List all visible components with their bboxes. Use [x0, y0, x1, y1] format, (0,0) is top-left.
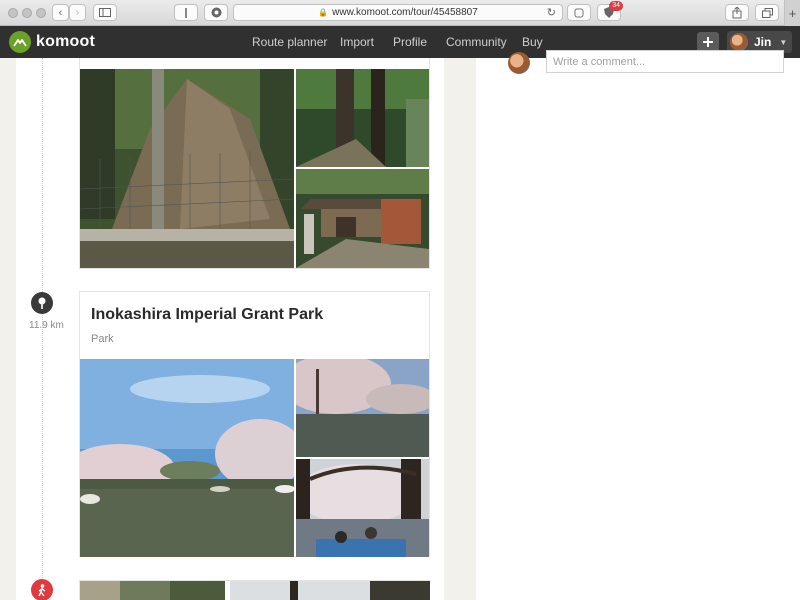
- window-zoom-button[interactable]: [36, 8, 46, 18]
- text-cursor-icon: [185, 7, 187, 18]
- sidebar-icon: [99, 8, 111, 17]
- new-tab-button[interactable]: +: [784, 0, 800, 26]
- highlight-category: Park: [91, 333, 114, 345]
- photo-shrine[interactable]: [296, 169, 429, 268]
- avatar: [730, 33, 748, 51]
- plus-icon: [703, 37, 713, 47]
- brand-name: komoot: [36, 33, 95, 50]
- photo-next-left[interactable]: [80, 581, 225, 600]
- photo-lake-sakura[interactable]: [296, 359, 429, 457]
- window-close-button[interactable]: [8, 8, 18, 18]
- highlight-card-next: [79, 580, 430, 600]
- share-icon: [732, 6, 742, 18]
- comment-input[interactable]: [546, 50, 784, 73]
- tabs-overview-button[interactable]: [755, 4, 779, 21]
- photo-forest-path[interactable]: [296, 69, 429, 167]
- chevron-down-icon: ▼: [779, 37, 788, 47]
- lock-icon: 🔒: [318, 8, 329, 17]
- chevron-left-icon: ‹: [58, 6, 63, 19]
- extension-count-badge: 34: [609, 1, 623, 11]
- photo-picnic-crowd[interactable]: [296, 459, 429, 557]
- photo-cherry-blossom-lake[interactable]: [80, 359, 294, 557]
- sidebar-toggle-button[interactable]: [93, 4, 117, 21]
- window-minimize-button[interactable]: [22, 8, 32, 18]
- nav-import[interactable]: Import: [340, 35, 374, 49]
- back-button[interactable]: ‹: [52, 4, 69, 21]
- nav-buy[interactable]: Buy: [522, 35, 543, 49]
- plus-icon: +: [788, 5, 797, 21]
- shield-globe-icon: [211, 7, 221, 18]
- tabs-icon: [761, 7, 773, 18]
- share-button[interactable]: [725, 4, 749, 21]
- nav-profile[interactable]: Profile: [393, 35, 427, 49]
- photo-thatched-hut[interactable]: [80, 69, 294, 268]
- privacy-extension-button[interactable]: [204, 4, 228, 21]
- nav-community[interactable]: Community: [446, 35, 507, 49]
- komoot-logo[interactable]: komoot: [9, 31, 95, 53]
- address-bar[interactable]: 🔒 www.komoot.com/tour/45458807 ↻: [233, 4, 563, 21]
- adblock-extension-button[interactable]: 34: [597, 1, 623, 21]
- create-button[interactable]: [697, 32, 719, 52]
- photo-next-right[interactable]: [230, 581, 430, 600]
- browser-toolbar: ‹ › 🔒 www.komoot.com/tour/45458807 ↻ 34 …: [0, 0, 800, 26]
- user-name: Jin: [754, 35, 772, 49]
- chevron-right-icon: ›: [75, 6, 80, 19]
- highlight-title[interactable]: Inokashira Imperial Grant Park: [91, 306, 323, 324]
- map-pin-icon: [31, 292, 53, 314]
- avatar: [508, 52, 530, 74]
- url-text: www.komoot.com/tour/45458807: [332, 7, 478, 18]
- reload-icon[interactable]: ↻: [547, 6, 556, 19]
- extension-button[interactable]: [567, 4, 591, 21]
- text-reader-button[interactable]: [174, 4, 198, 21]
- hiking-person-icon: [31, 579, 53, 600]
- highlight-card[interactable]: [79, 291, 430, 557]
- highlight-card-previous: [79, 58, 430, 269]
- mountain-logo-icon: [9, 31, 31, 53]
- puzzle-icon: [574, 8, 584, 17]
- forward-button[interactable]: ›: [69, 4, 86, 21]
- waypoint-distance: 11.9 km: [29, 320, 64, 331]
- nav-route-planner[interactable]: Route planner: [252, 35, 327, 49]
